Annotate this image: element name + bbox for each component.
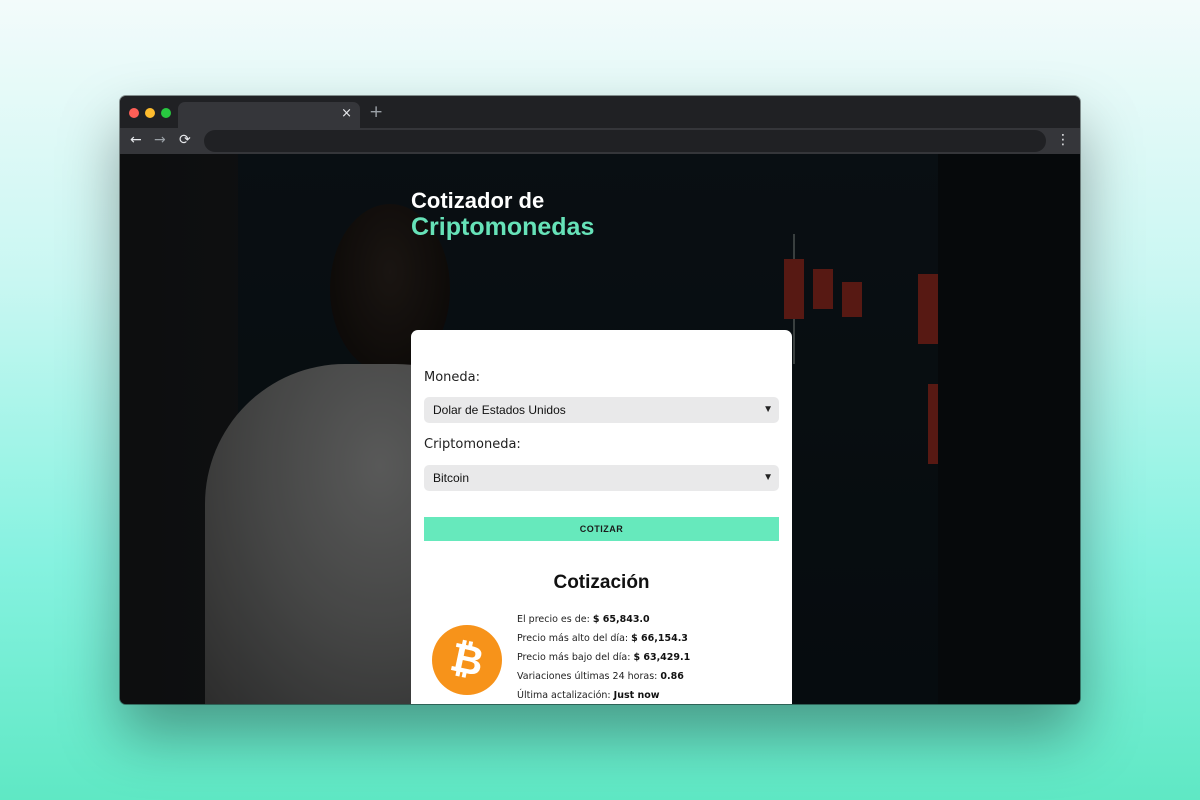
- change-line: Variaciones últimas 24 horas: 0.86: [517, 671, 684, 683]
- new-tab-icon[interactable]: +: [369, 102, 383, 122]
- updated-line: Última actalización: Just now: [517, 690, 660, 702]
- updated-label: Última actalización:: [517, 690, 611, 701]
- tab-close-icon[interactable]: ×: [341, 106, 352, 122]
- low-label: Precio más bajo del día:: [517, 652, 631, 663]
- kebab-menu-icon[interactable]: ⋮: [1056, 131, 1070, 149]
- chevron-down-icon: ▼: [763, 472, 773, 483]
- currency-select[interactable]: Dolar de Estados Unidos ▼: [424, 397, 779, 423]
- reload-icon[interactable]: ⟳: [179, 131, 191, 149]
- quote-form-card: Moneda: Dolar de Estados Unidos ▼ Cripto…: [411, 330, 792, 704]
- page-viewport: Cotizador de Criptomonedas Moneda: Dolar…: [120, 154, 1080, 704]
- currency-select-value: Dolar de Estados Unidos: [433, 403, 566, 417]
- address-bar[interactable]: [204, 130, 1046, 152]
- high-value: $ 66,154.3: [631, 633, 688, 644]
- page-title-line1: Cotizador de: [411, 188, 545, 213]
- crypto-label: Criptomoneda:: [424, 437, 521, 452]
- chevron-down-icon: ▼: [763, 404, 773, 415]
- cotizar-button[interactable]: COTIZAR: [424, 517, 779, 541]
- close-window-button[interactable]: [129, 108, 139, 118]
- result-title: Cotización: [553, 572, 650, 593]
- back-arrow-icon[interactable]: ←: [130, 131, 142, 149]
- bitcoin-symbol: ₿: [446, 634, 488, 686]
- price-label: El precio es de:: [517, 614, 590, 625]
- maximize-window-button[interactable]: [161, 108, 171, 118]
- browser-tab[interactable]: ×: [178, 102, 360, 128]
- forward-arrow-icon[interactable]: →: [154, 131, 166, 149]
- page-heading: Cotizador de Criptomonedas: [411, 188, 811, 242]
- crypto-select[interactable]: Bitcoin ▼: [424, 465, 779, 491]
- updated-value: Just now: [613, 690, 660, 701]
- bitcoin-icon: ₿: [432, 625, 502, 695]
- low-value: $ 63,429.1: [633, 652, 691, 663]
- change-label: Variaciones últimas 24 horas:: [517, 671, 658, 682]
- high-line: Precio más alto del día: $ 66,154.3: [517, 633, 688, 645]
- browser-window: × + ← → ⟳ ⋮ Cotizador de Criptomonedas M…: [120, 96, 1080, 704]
- high-label: Precio más alto del día:: [517, 633, 629, 644]
- browser-toolbar: ← → ⟳ ⋮: [120, 128, 1080, 154]
- minimize-window-button[interactable]: [145, 108, 155, 118]
- crypto-select-value: Bitcoin: [433, 471, 470, 485]
- title-bar: × +: [120, 96, 1080, 128]
- page-title-line2: Criptomonedas: [411, 213, 595, 241]
- low-line: Precio más bajo del día: $ 63,429.1: [517, 652, 690, 664]
- price-line: El precio es de: $ 65,843.0: [517, 614, 650, 626]
- currency-label: Moneda:: [424, 370, 481, 385]
- change-value: 0.86: [660, 671, 684, 682]
- price-value: $ 65,843.0: [592, 614, 650, 625]
